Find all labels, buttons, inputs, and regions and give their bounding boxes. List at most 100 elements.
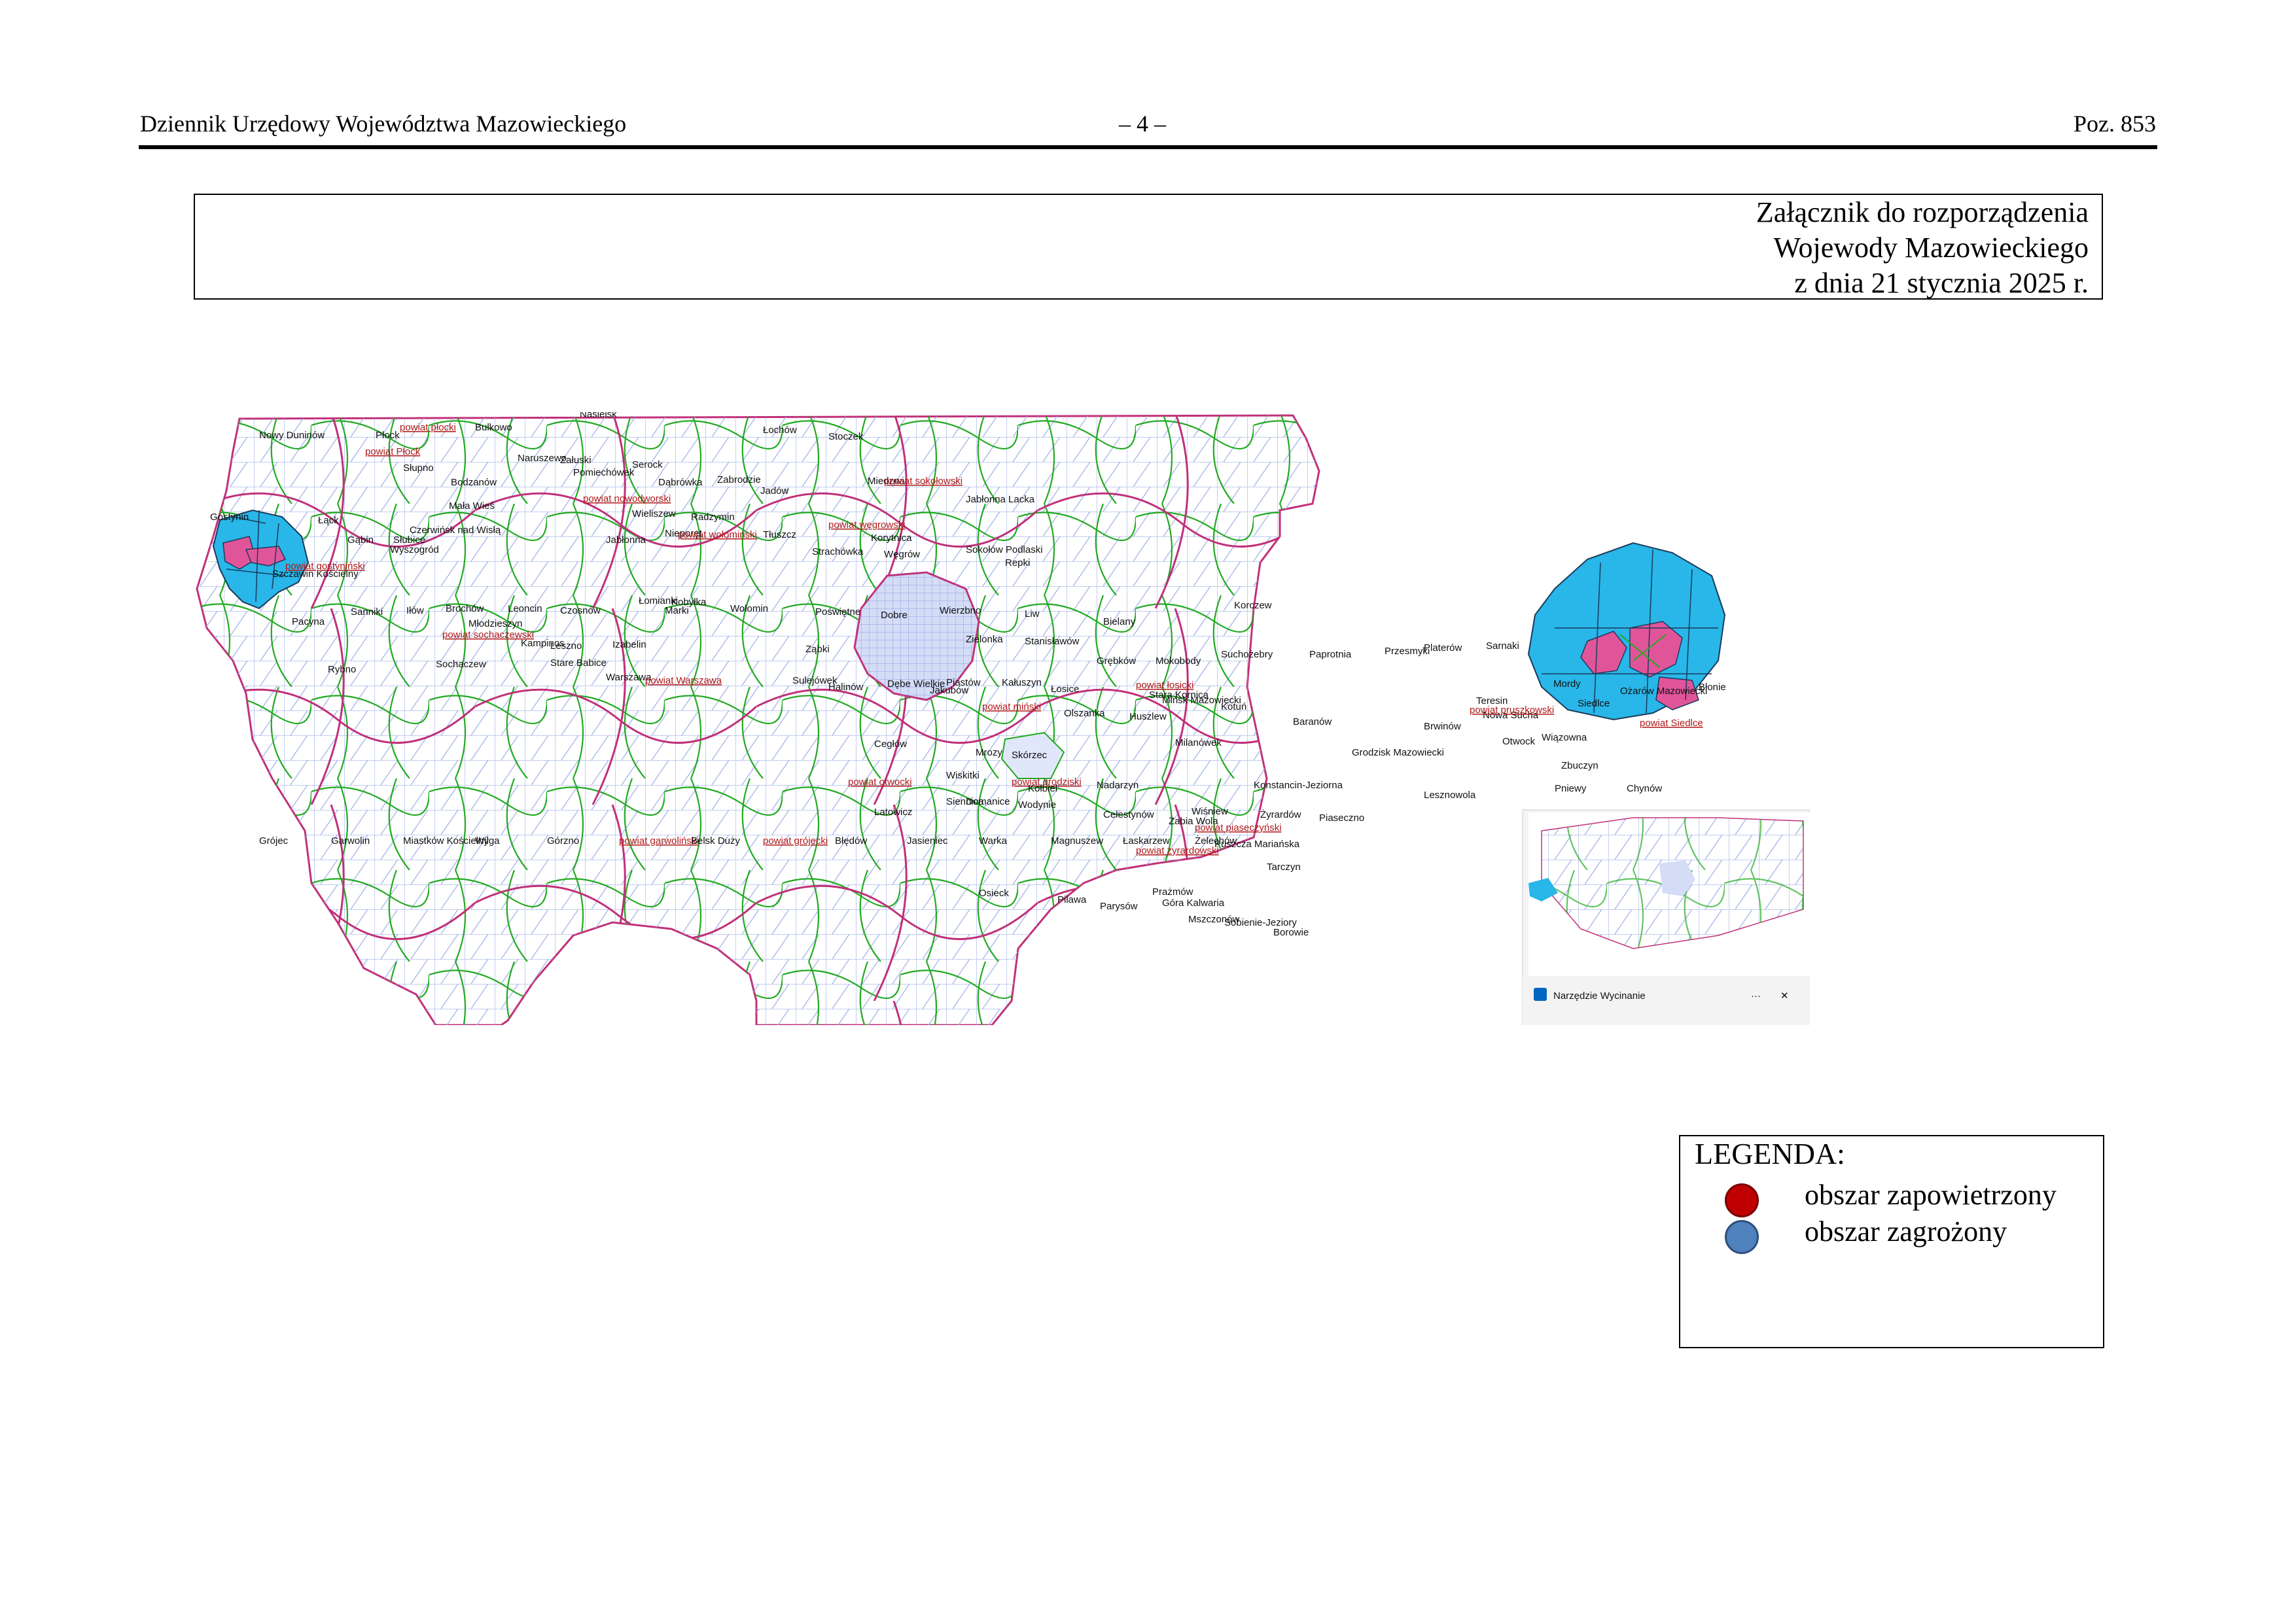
gmina-label: Leoncin bbox=[508, 603, 542, 614]
journal-title: Dziennik Urzędowy Województwa Mazowiecki… bbox=[140, 111, 627, 137]
gmina-label: Szczawin Kościelny bbox=[272, 568, 359, 580]
gmina-label: Olszanka bbox=[1064, 708, 1105, 719]
gmina-label: Korytnica bbox=[871, 532, 912, 544]
gmina-label: Wyszogród bbox=[390, 544, 439, 555]
county-label: powiat Warszawa bbox=[645, 675, 722, 686]
gmina-label: Celestynów bbox=[1103, 809, 1154, 820]
gmina-label: Baranów bbox=[1293, 716, 1332, 727]
gmina-label: Wieliszew bbox=[632, 508, 676, 519]
gmina-label: Mała Wieś bbox=[449, 500, 495, 512]
legend-label-infected: obszar zapowietrzony bbox=[1805, 1179, 2057, 1211]
gmina-label: Pacyna bbox=[292, 616, 325, 627]
gmina-label: Korczew bbox=[1234, 600, 1272, 611]
gmina-label: Strachówka bbox=[812, 546, 864, 557]
gmina-label: Dobre bbox=[881, 610, 908, 621]
gmina-label: Stoczek bbox=[828, 431, 864, 442]
annex-line-1: Załącznik do rozporządzenia bbox=[1756, 196, 2089, 228]
gmina-label: Halinów bbox=[828, 682, 864, 693]
gmina-label: Żyrardów bbox=[1260, 809, 1301, 820]
gmina-label: Zielonka bbox=[966, 634, 1003, 645]
gmina-label: Zbuczyn bbox=[1561, 760, 1598, 771]
gmina-label: Konstancin-Jeziorna bbox=[1254, 780, 1343, 791]
gmina-label: Wiskitki bbox=[946, 770, 980, 781]
gmina-label: Łochów bbox=[763, 425, 797, 436]
county-label: powiat nowodworski bbox=[583, 493, 671, 504]
annex-line-2: Wojewody Mazowieckiego bbox=[1773, 232, 2089, 264]
gmina-label: Młodzieszyn bbox=[468, 618, 523, 629]
gmina-label: Grębków bbox=[1097, 655, 1136, 667]
snipping-tool-icon bbox=[1534, 988, 1547, 1001]
gmina-label: Kołbiel bbox=[1028, 783, 1057, 794]
gmina-label: Rybno bbox=[328, 664, 356, 675]
county-label: powiat wołomiński bbox=[678, 529, 757, 540]
gmina-label: Łąck bbox=[318, 515, 339, 526]
gmina-label: Jabłonna bbox=[606, 534, 646, 546]
gmina-label: Czerwińsk nad Wisłą bbox=[410, 525, 501, 536]
legend-item-threatened: obszar zagrożony bbox=[1693, 1213, 2099, 1254]
page-number: – 4 – bbox=[1119, 111, 1166, 137]
gmina-label: Brochów bbox=[446, 603, 484, 614]
position-number: Poz. 853 bbox=[2074, 111, 2156, 137]
gmina-label: Pomiechówek bbox=[573, 467, 635, 478]
gmina-label: Chynów bbox=[1627, 783, 1662, 794]
gmina-label: Sokołów Podlaski bbox=[966, 544, 1043, 555]
gmina-label: Załuski bbox=[560, 455, 592, 466]
gmina-label: Mokobody bbox=[1156, 655, 1201, 667]
gmina-label: Grodzisk Mazowiecki bbox=[1352, 747, 1444, 758]
gmina-label: Radzymin bbox=[691, 512, 735, 523]
gmina-label: Stanisławów bbox=[1025, 636, 1080, 647]
gmina-label: Sarnaki bbox=[1486, 640, 1519, 652]
gmina-label: Zabrodzie bbox=[717, 474, 761, 485]
gmina-label: Bielany bbox=[1103, 616, 1136, 627]
gmina-label: Piaseczno bbox=[1319, 812, 1364, 824]
gmina-label: Wodynie bbox=[1018, 799, 1056, 811]
gmina-label: Piastów bbox=[946, 677, 981, 688]
gmina-label: Kotuń bbox=[1221, 701, 1246, 712]
blue-circle-icon bbox=[1725, 1220, 1759, 1254]
gmina-label: Pniewy bbox=[1555, 783, 1587, 794]
gmina-label: Jabłonna Lacka bbox=[966, 494, 1035, 505]
county-label: powiat miński bbox=[982, 701, 1041, 712]
gmina-label: Huszlew bbox=[1129, 711, 1167, 722]
gmina-label: Bodzanów bbox=[451, 477, 497, 488]
county-label: powiat otwocki bbox=[848, 777, 912, 788]
county-label: powiat sokołowski bbox=[884, 476, 963, 487]
gmina-label: Wołomin bbox=[730, 603, 768, 614]
gmina-label: Stare Babice bbox=[550, 657, 607, 669]
gmina-label: Mordy bbox=[1553, 678, 1581, 689]
gmina-label: Przesmyki bbox=[1385, 646, 1430, 657]
gmina-label: Węgrów bbox=[884, 549, 920, 560]
legend-box: LEGENDA: obszar zapowietrzony obszar zag… bbox=[1679, 1135, 2104, 1348]
header-rule bbox=[139, 145, 2157, 149]
map-image: Narzędzie Wycinanie ··· ✕ Nowy Duninów Pł… bbox=[194, 412, 1810, 1025]
close-icon: ✕ bbox=[1780, 990, 1789, 1002]
gmina-label: Suchożebry bbox=[1221, 649, 1273, 660]
gmina-label: Platerów bbox=[1424, 642, 1462, 654]
gmina-label: Wiązowna bbox=[1542, 732, 1587, 743]
legend-item-infected: obszar zapowietrzony bbox=[1693, 1177, 2099, 1217]
gmina-label: Tarczyn bbox=[1267, 862, 1301, 873]
gmina-label: Ożarów Mazowiecki bbox=[1620, 686, 1707, 697]
gmina-label: Czosnów bbox=[560, 605, 601, 616]
gmina-label: Leszno bbox=[550, 640, 582, 652]
gmina-label: Repki bbox=[1005, 557, 1030, 568]
gmina-label: Domanice bbox=[966, 796, 1010, 807]
county-label: powiat Płock bbox=[365, 446, 421, 457]
legend-title: LEGENDA: bbox=[1695, 1137, 1845, 1170]
gmina-label: Belsk Duży bbox=[691, 835, 741, 846]
gmina-label: Siedlce bbox=[1578, 698, 1610, 709]
gmina-label: Nowy Duninów bbox=[259, 430, 325, 441]
county-label: powiat garwoliński bbox=[619, 835, 699, 846]
gmina-label: Skórzec bbox=[1012, 750, 1048, 761]
gmina-label: Błonie bbox=[1699, 682, 1726, 693]
gmina-label: Prażmów bbox=[1152, 886, 1193, 898]
gmina-label: Kobyłka bbox=[671, 597, 707, 608]
gmina-label: Jadów bbox=[760, 485, 789, 497]
gmina-label: Żelechów bbox=[1195, 835, 1237, 846]
more-icon: ··· bbox=[1751, 990, 1761, 1002]
red-circle-icon bbox=[1725, 1183, 1759, 1217]
gmina-label: Borowie bbox=[1273, 927, 1309, 938]
gmina-label: Magnuszew bbox=[1051, 835, 1103, 846]
gmina-label: Osieck bbox=[979, 888, 1009, 899]
gmina-label: Latowicz bbox=[874, 807, 912, 818]
